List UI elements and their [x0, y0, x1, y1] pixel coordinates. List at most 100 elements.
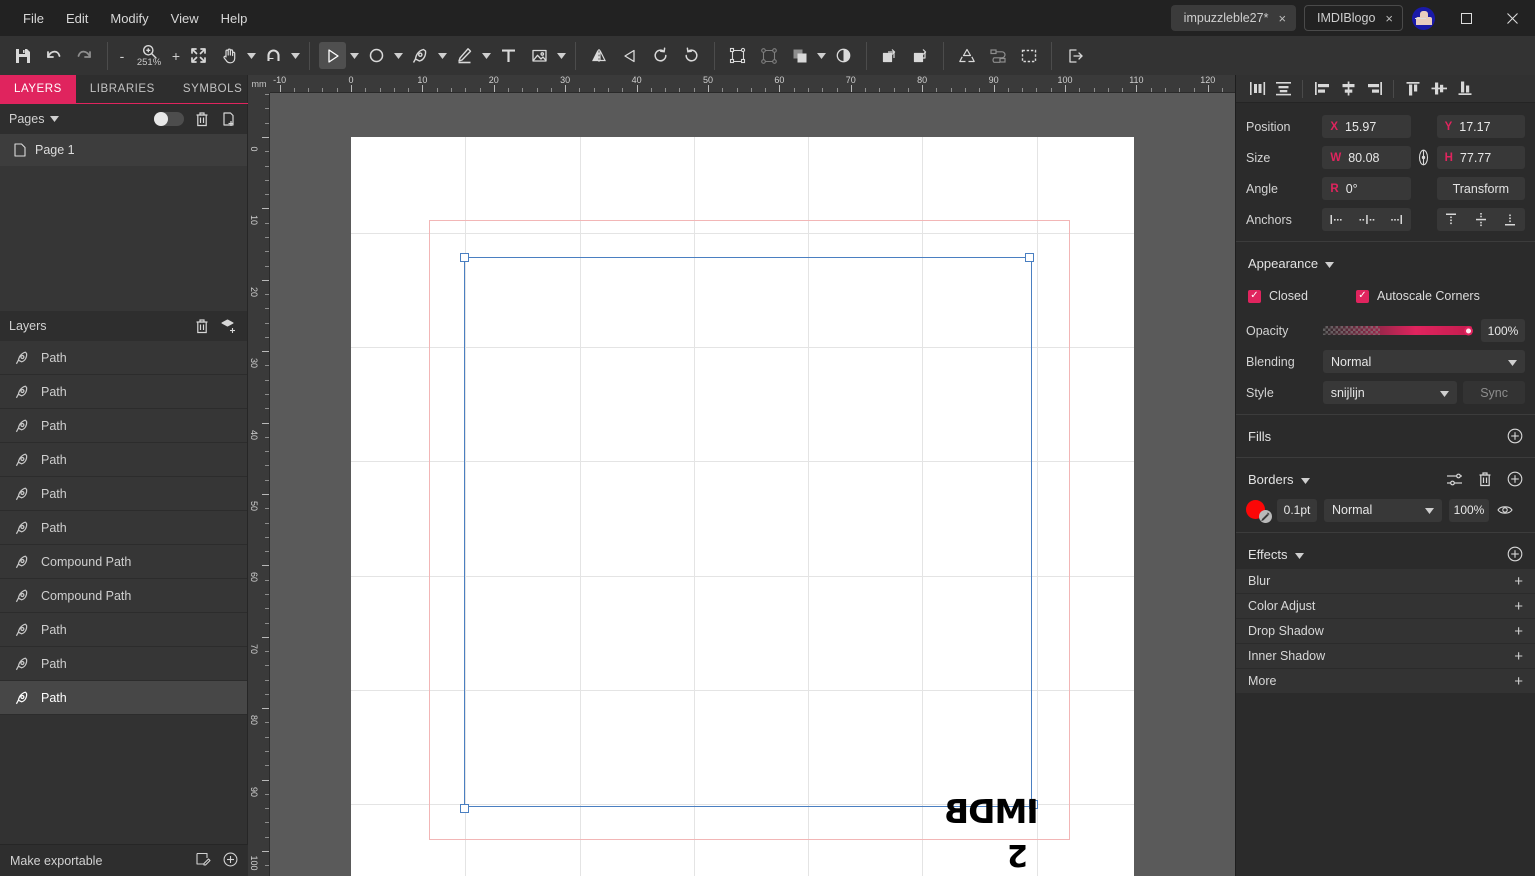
effect-item[interactable]: More +: [1236, 669, 1535, 694]
align-left-icon[interactable]: [1309, 77, 1335, 101]
selection-handle-top-right[interactable]: [1025, 253, 1034, 262]
layer-item[interactable]: Path: [0, 375, 247, 409]
size-h-field[interactable]: H 77.77: [1436, 146, 1525, 169]
save-icon[interactable]: [9, 42, 36, 69]
document-tab-impuzzleble27[interactable]: impuzzleble27* ×: [1170, 5, 1297, 31]
opacity-value[interactable]: 100%: [1481, 319, 1525, 342]
align-middle-v-icon[interactable]: [1426, 77, 1452, 101]
appearance-header[interactable]: Appearance: [1236, 248, 1535, 278]
menu-file[interactable]: File: [12, 6, 55, 31]
horizontal-ruler[interactable]: -10 0 10 20 30 40 50 60 70 80 90 100 110 120: [248, 75, 1235, 93]
eyedropper-icon[interactable]: [1259, 510, 1272, 523]
pan-dropdown-caret[interactable]: [245, 42, 258, 69]
distribute-horizontal-icon[interactable]: [1244, 77, 1270, 101]
border-color-swatch[interactable]: [1246, 499, 1272, 523]
add-icon[interactable]: [223, 852, 238, 870]
layer-item[interactable]: Path: [0, 477, 247, 511]
artwork-imdb-logo[interactable]: IMDB: [945, 792, 1039, 831]
blending-select[interactable]: Normal: [1323, 350, 1525, 373]
menu-edit[interactable]: Edit: [55, 6, 99, 31]
add-effect-item-icon[interactable]: +: [1514, 574, 1523, 589]
export-icon[interactable]: [1061, 42, 1088, 69]
add-layer-icon[interactable]: [220, 317, 238, 335]
align-top-icon[interactable]: [1400, 77, 1426, 101]
align-bottom-icon[interactable]: [1452, 77, 1478, 101]
add-effect-item-icon[interactable]: +: [1514, 649, 1523, 664]
anchor-bottom-icon[interactable]: [1497, 209, 1523, 230]
zoom-out-button[interactable]: -: [115, 48, 129, 64]
eye-icon[interactable]: [1496, 504, 1514, 516]
close-icon[interactable]: ×: [1385, 12, 1393, 25]
bring-forward-icon[interactable]: [876, 42, 903, 69]
pencil-icon[interactable]: [451, 42, 478, 69]
opacity-slider[interactable]: [1323, 319, 1473, 342]
pen-dropdown-caret[interactable]: [436, 42, 449, 69]
menu-help[interactable]: Help: [210, 6, 259, 31]
pencil-dropdown-caret[interactable]: [480, 42, 493, 69]
ellipse-icon[interactable]: [363, 42, 390, 69]
sync-button[interactable]: Sync: [1463, 381, 1525, 404]
layer-item[interactable]: Path: [0, 647, 247, 681]
page-item-page1[interactable]: Page 1: [0, 134, 247, 166]
add-page-icon[interactable]: [220, 110, 238, 128]
menu-view[interactable]: View: [160, 6, 210, 31]
add-effect-item-icon[interactable]: +: [1514, 624, 1523, 639]
send-backward-icon[interactable]: [907, 42, 934, 69]
layer-item[interactable]: Path: [0, 511, 247, 545]
layer-item[interactable]: Path: [0, 681, 247, 715]
anchor-top-icon[interactable]: [1438, 209, 1464, 230]
anchor-right-icon[interactable]: [1383, 209, 1409, 230]
tab-layers[interactable]: LAYERS: [0, 75, 76, 103]
flip-icon[interactable]: [616, 42, 643, 69]
maximize-button[interactable]: [1443, 0, 1489, 36]
position-y-field[interactable]: Y 17.17: [1436, 115, 1525, 138]
tab-libraries[interactable]: LIBRARIES: [76, 75, 169, 103]
document-tab-imdiblogo[interactable]: IMDIBlogo ×: [1304, 5, 1403, 31]
pointer-icon[interactable]: [319, 42, 346, 69]
border-opacity-value[interactable]: 100%: [1449, 498, 1489, 522]
close-icon[interactable]: ×: [1278, 12, 1286, 25]
add-effect-item-icon[interactable]: +: [1514, 599, 1523, 614]
effect-item[interactable]: Blur +: [1236, 569, 1535, 594]
boolean-dropdown-caret[interactable]: [815, 42, 828, 69]
recycle-icon[interactable]: [953, 42, 980, 69]
autoscale-corners-checkbox[interactable]: ✓ Autoscale Corners: [1356, 289, 1480, 303]
anchor-left-icon[interactable]: [1324, 209, 1350, 230]
opacity-slider-knob[interactable]: [1464, 326, 1473, 335]
canvas-area[interactable]: IMDB 2 -10 0 10 20 30 40 50 60 70 80 90 100 110 120 0…: [248, 75, 1235, 876]
image-dropdown-caret[interactable]: [555, 42, 568, 69]
zoom-in-button[interactable]: +: [169, 48, 183, 64]
minimize-button[interactable]: [1397, 0, 1443, 36]
pointer-dropdown-caret[interactable]: [348, 42, 361, 69]
artwork-number[interactable]: 2: [1007, 837, 1028, 872]
delete-icon[interactable]: [193, 110, 211, 128]
closed-checkbox[interactable]: ✓ Closed: [1248, 289, 1356, 303]
border-settings-icon[interactable]: [1446, 471, 1463, 488]
zoom-control[interactable]: 251%: [129, 44, 169, 68]
undo-icon[interactable]: [40, 42, 67, 69]
rotate-cw-icon[interactable]: [678, 42, 705, 69]
layer-item[interactable]: Path: [0, 341, 247, 375]
boolean-icon[interactable]: [786, 42, 813, 69]
chevron-down-icon[interactable]: [1300, 472, 1310, 487]
layer-item[interactable]: Compound Path: [0, 579, 247, 613]
layer-item[interactable]: Path: [0, 443, 247, 477]
image-icon[interactable]: [526, 42, 553, 69]
layer-item[interactable]: Compound Path: [0, 545, 247, 579]
mirror-icon[interactable]: [585, 42, 612, 69]
chevron-down-icon[interactable]: [1294, 547, 1304, 562]
contrast-icon[interactable]: [830, 42, 857, 69]
magnet-dropdown-caret[interactable]: [289, 42, 302, 69]
text-icon[interactable]: [495, 42, 522, 69]
effect-item[interactable]: Color Adjust +: [1236, 594, 1535, 619]
style-select[interactable]: snijlijn: [1322, 381, 1458, 404]
delete-border-icon[interactable]: [1476, 471, 1493, 488]
close-window-button[interactable]: [1489, 0, 1535, 36]
selection-rectangle[interactable]: [464, 257, 1032, 807]
delete-icon[interactable]: [193, 317, 211, 335]
link-icon[interactable]: [984, 42, 1011, 69]
anchor-center-icon[interactable]: [1354, 209, 1380, 230]
transform-button[interactable]: Transform: [1436, 177, 1525, 200]
border-blend-select[interactable]: Normal: [1324, 498, 1442, 522]
add-effect-icon[interactable]: [1506, 546, 1523, 563]
